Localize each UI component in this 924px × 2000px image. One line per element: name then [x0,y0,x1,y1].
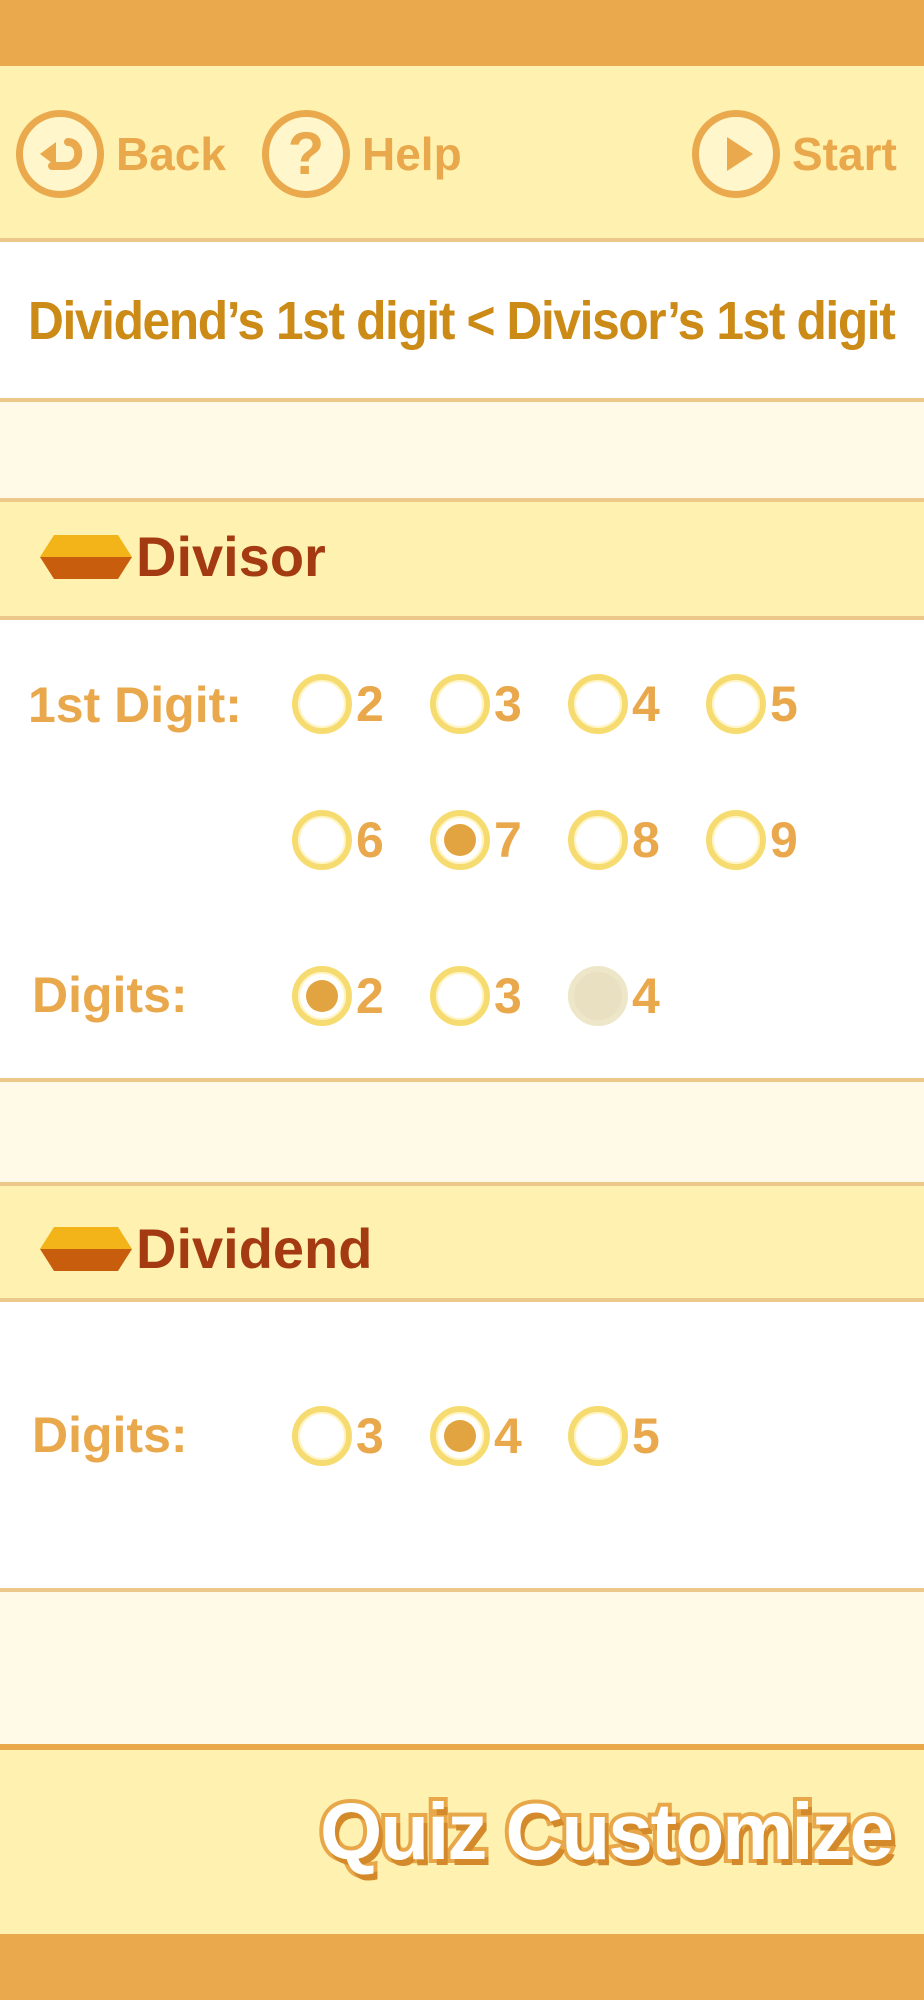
radio-label: 5 [770,676,798,732]
divisor-first-digit-option-4[interactable]: 4 [568,674,660,734]
radio-button-icon [292,1406,352,1466]
navigation-bar: Back ? Help Start [0,66,924,242]
divisor-digits-label: Digits: [32,967,188,1023]
gem-icon [40,534,132,579]
dividend-section-header: Dividend [0,1186,924,1302]
dividend-digits-option-3[interactable]: 3 [292,1406,384,1466]
radio-button-icon [706,810,766,870]
radio-label: 4 [494,1408,522,1464]
dividend-digits-option-4[interactable]: 4 [430,1406,522,1466]
play-icon [692,110,780,198]
radio-label: 4 [632,676,660,732]
radio-button-icon [706,674,766,734]
divisor-first-digit-option-6[interactable]: 6 [292,810,384,870]
question-mark-icon: ? [262,110,350,198]
radio-button-icon [430,1406,490,1466]
start-label: Start [792,128,897,180]
radio-button-icon [568,810,628,870]
help-button[interactable]: ? Help [262,110,462,198]
spacer [0,402,924,502]
radio-button-icon [430,674,490,734]
radio-label: 5 [632,1408,660,1464]
dividend-heading: Dividend [136,1217,373,1280]
radio-button-icon [292,810,352,870]
page-title: Dividend’s 1st digit < Divisor’s 1st dig… [28,291,896,351]
divisor-digits-option-4: 4 [568,966,660,1026]
radio-button-icon [568,966,628,1026]
back-arrow-icon [16,110,104,198]
gem-icon [40,1226,132,1271]
radio-label: 6 [356,812,384,868]
radio-label: 8 [632,812,660,868]
radio-button-icon [568,674,628,734]
radio-label: 3 [494,968,522,1024]
radio-button-icon [292,674,352,734]
start-button[interactable]: Start [692,110,897,198]
radio-label: 7 [494,812,522,868]
divisor-first-digit-label: 1st Digit: [28,677,242,733]
divisor-heading: Divisor [136,525,326,588]
radio-button-icon [430,810,490,870]
divisor-first-digit-option-3[interactable]: 3 [430,674,522,734]
divisor-first-digit-option-9[interactable]: 9 [706,810,798,870]
radio-label: 9 [770,812,798,868]
spacer [0,1592,924,1744]
spacer [0,1082,924,1186]
top-bar [0,0,924,66]
divisor-digits-option-3[interactable]: 3 [430,966,522,1026]
radio-selected-dot [306,980,338,1012]
divisor-first-digit-option-8[interactable]: 8 [568,810,660,870]
divisor-digits-option-2[interactable]: 2 [292,966,384,1026]
radio-button-icon [568,1406,628,1466]
radio-label: 4 [632,968,660,1024]
dividend-digits-option-5[interactable]: 5 [568,1406,660,1466]
radio-button-icon [430,966,490,1026]
radio-label: 2 [356,676,384,732]
back-button[interactable]: Back [16,110,226,198]
divisor-first-digit-option-5[interactable]: 5 [706,674,798,734]
dividend-digits-label: Digits: [32,1407,188,1463]
radio-label: 3 [494,676,522,732]
divisor-first-digit-option-2[interactable]: 2 [292,674,384,734]
radio-label: 3 [356,1408,384,1464]
back-label: Back [116,128,226,180]
divisor-first-digit-option-7[interactable]: 7 [430,810,522,870]
bottom-bar [0,1934,924,2000]
radio-selected-dot [444,1420,476,1452]
quiz-customize-logo: Quiz Customize [316,1783,898,1880]
radio-label: 2 [356,968,384,1024]
radio-button-icon [292,966,352,1026]
divisor-section-header: Divisor [0,502,924,620]
radio-selected-dot [444,824,476,856]
help-label: Help [362,128,462,180]
